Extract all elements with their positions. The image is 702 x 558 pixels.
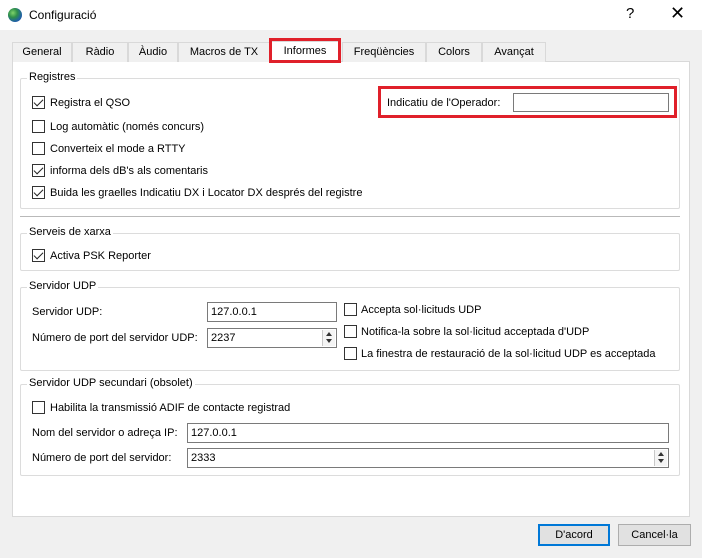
notify-udp-label: Notifica-la sobre la sol·licitud accepta… bbox=[361, 326, 590, 338]
title-bar: Configuració ? ✕ bbox=[0, 0, 702, 30]
secondary-port-spin-arrows-icon[interactable] bbox=[654, 450, 667, 466]
udp-server-input[interactable]: 127.0.0.1 bbox=[207, 302, 337, 322]
convert-rtty-label: Converteix el mode a RTTY bbox=[50, 143, 186, 155]
tab-frequencies[interactable]: Freqüències bbox=[342, 42, 426, 62]
window-title: Configuració bbox=[29, 8, 97, 22]
log-qso-label: Registra el QSO bbox=[50, 97, 131, 109]
auto-log-label: Log automàtic (només concurs) bbox=[50, 121, 205, 133]
cancel-button[interactable]: Cancel·la bbox=[618, 524, 691, 546]
udp-port-label: Número de port del servidor UDP: bbox=[32, 332, 198, 344]
clear-grids-checkbox[interactable] bbox=[32, 186, 45, 199]
convert-rtty-checkbox[interactable] bbox=[32, 142, 45, 155]
group-title-udp2: Servidor UDP secundari (obsolet) bbox=[27, 377, 195, 389]
udp-port-spinbox[interactable]: 2237 bbox=[207, 328, 337, 348]
group-title-registres: Registres bbox=[27, 71, 78, 83]
tab-highlight-box bbox=[269, 38, 341, 63]
adif-broadcast-label: Habilita la transmissió ADIF de contacte… bbox=[50, 402, 291, 414]
tab-colors[interactable]: Colors bbox=[426, 42, 482, 62]
secondary-port-value: 2333 bbox=[191, 452, 216, 464]
group-title-serveis: Serveis de xarxa bbox=[27, 226, 113, 238]
log-qso-checkbox[interactable] bbox=[32, 96, 45, 109]
psk-reporter-checkbox[interactable] bbox=[32, 249, 45, 262]
tab-general[interactable]: General bbox=[12, 42, 72, 62]
secondary-server-name-input[interactable]: 127.0.0.1 bbox=[187, 423, 669, 443]
tab-avancat[interactable]: Avançat bbox=[482, 42, 546, 62]
notify-udp-checkbox[interactable] bbox=[344, 325, 357, 338]
accept-udp-checkbox[interactable] bbox=[344, 303, 357, 316]
operator-callsign-label: Indicatiu de l'Operador: bbox=[387, 97, 501, 109]
secondary-server-name-label: Nom del servidor o adreça IP: bbox=[32, 427, 178, 439]
db-comments-checkbox[interactable] bbox=[32, 164, 45, 177]
udp-port-value: 2237 bbox=[211, 332, 236, 344]
secondary-port-spinbox[interactable]: 2333 bbox=[187, 448, 669, 468]
close-icon[interactable]: ✕ bbox=[670, 3, 685, 24]
psk-reporter-label: Activa PSK Reporter bbox=[50, 250, 151, 262]
tab-macros-tx[interactable]: Macros de TX bbox=[178, 42, 270, 62]
adif-broadcast-checkbox[interactable] bbox=[32, 401, 45, 414]
operator-callsign-input[interactable] bbox=[513, 93, 669, 112]
auto-log-checkbox[interactable] bbox=[32, 120, 45, 133]
tab-radio[interactable]: Ràdio bbox=[72, 42, 128, 62]
db-comments-label: informa dels dB's als comentaris bbox=[50, 165, 208, 177]
group-title-udp: Servidor UDP bbox=[27, 280, 99, 292]
clear-grids-label: Buida les graelles Indicatiu DX i Locato… bbox=[50, 187, 363, 199]
ok-button[interactable]: D'acord bbox=[538, 524, 610, 546]
app-globe-icon bbox=[8, 8, 22, 22]
tab-audio[interactable]: Àudio bbox=[128, 42, 178, 62]
restore-window-label: La finestra de restauració de la sol·lic… bbox=[361, 348, 656, 360]
separator-line bbox=[20, 216, 680, 217]
accept-udp-label: Accepta sol·licituds UDP bbox=[361, 304, 482, 316]
secondary-port-label: Número de port del servidor: bbox=[32, 452, 172, 464]
help-button[interactable]: ? bbox=[626, 5, 634, 22]
udp-port-spin-arrows-icon[interactable] bbox=[322, 330, 335, 346]
restore-window-checkbox[interactable] bbox=[344, 347, 357, 360]
udp-server-label: Servidor UDP: bbox=[32, 306, 103, 318]
